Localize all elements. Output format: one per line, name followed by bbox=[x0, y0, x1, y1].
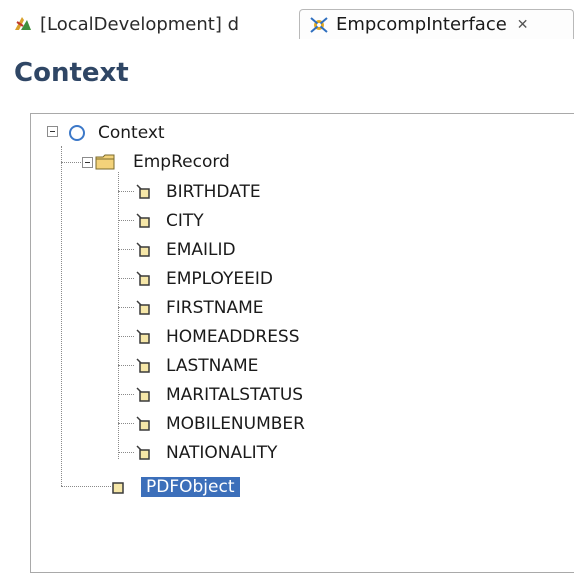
attribute-icon bbox=[136, 271, 152, 287]
tree-node-attribute[interactable]: EMAILID bbox=[136, 237, 236, 263]
tree-connector bbox=[61, 486, 111, 487]
tree-node-label: HOMEADDRESS bbox=[166, 327, 300, 347]
attribute-icon bbox=[136, 329, 152, 345]
attribute-icon bbox=[136, 416, 152, 432]
tree-connector bbox=[61, 146, 62, 486]
tree-connector bbox=[118, 365, 134, 366]
tab-label: [LocalDevelopment] d bbox=[40, 13, 240, 35]
tree-node-attribute[interactable]: FIRSTNAME bbox=[136, 295, 264, 321]
tree-node-label: MOBILENUMBER bbox=[166, 414, 305, 434]
tree-node-attribute[interactable]: EMPLOYEEID bbox=[136, 266, 273, 292]
attribute-icon bbox=[136, 184, 152, 200]
tree-node-label: FIRSTNAME bbox=[166, 298, 264, 318]
tree-connector bbox=[118, 452, 134, 453]
tree-node-context[interactable]: Context bbox=[68, 120, 165, 146]
collapse-context-toggle[interactable] bbox=[47, 126, 58, 137]
attribute-icon bbox=[111, 480, 125, 494]
tree-connector bbox=[118, 423, 134, 424]
tree-node-attribute[interactable]: MOBILENUMBER bbox=[136, 411, 305, 437]
close-icon[interactable]: ✕ bbox=[517, 17, 529, 33]
attribute-icon bbox=[136, 300, 152, 316]
page-title: Context bbox=[14, 58, 129, 88]
tab-label: EmpcompInterface bbox=[336, 14, 507, 35]
tree-node-label: LASTNAME bbox=[166, 356, 259, 376]
interface-icon bbox=[308, 14, 330, 36]
tab-empcomp-interface[interactable]: EmpcompInterface ✕ bbox=[299, 9, 574, 39]
tree-node-pdfobject[interactable]: PDFObject bbox=[111, 474, 240, 500]
tree-node-label: PDFObject bbox=[141, 477, 240, 497]
tree-node-label: CITY bbox=[166, 211, 204, 231]
collapse-emprecord-toggle[interactable] bbox=[82, 157, 93, 168]
tree-connector bbox=[118, 191, 134, 192]
tree-node-label: MARITALSTATUS bbox=[166, 385, 304, 405]
tree-connector bbox=[118, 172, 119, 459]
tree-node-label: EMPLOYEEID bbox=[166, 269, 273, 289]
tab-local-development[interactable]: [LocalDevelopment] d bbox=[6, 9, 291, 39]
attribute-icon bbox=[136, 213, 152, 229]
project-icon bbox=[12, 13, 34, 35]
tree-node-label: EmpRecord bbox=[133, 152, 230, 172]
tree-node-label: BIRTHDATE bbox=[166, 182, 261, 202]
tree-connector bbox=[118, 278, 134, 279]
tree-connector bbox=[118, 307, 134, 308]
context-tree: Context EmpRecord PDFObject BIRTHDATE CIT… bbox=[30, 113, 574, 573]
context-node-icon bbox=[68, 124, 86, 142]
tree-node-attribute[interactable]: BIRTHDATE bbox=[136, 179, 261, 205]
tree-connector bbox=[118, 249, 134, 250]
folder-icon bbox=[95, 153, 117, 171]
attribute-icon bbox=[136, 387, 152, 403]
tree-node-label: EMAILID bbox=[166, 240, 236, 260]
attribute-icon bbox=[136, 242, 152, 258]
tree-node-attribute[interactable]: MARITALSTATUS bbox=[136, 382, 303, 408]
tree-connector bbox=[118, 394, 134, 395]
tree-node-label: Context bbox=[98, 123, 165, 143]
tree-node-attribute[interactable]: HOMEADDRESS bbox=[136, 324, 300, 350]
attribute-icon bbox=[136, 445, 152, 461]
attribute-icon bbox=[136, 358, 152, 374]
tree-node-attribute[interactable]: LASTNAME bbox=[136, 353, 258, 379]
tree-connector bbox=[118, 220, 134, 221]
tree-connector bbox=[118, 336, 134, 337]
editor-tab-bar: [LocalDevelopment] d EmpcompInterface ✕ bbox=[0, 0, 574, 39]
tree-node-attribute[interactable]: CITY bbox=[136, 208, 204, 234]
tree-node-emprecord[interactable]: EmpRecord bbox=[95, 149, 230, 175]
tree-node-label: NATIONALITY bbox=[166, 443, 278, 463]
tree-node-attribute[interactable]: NATIONALITY bbox=[136, 440, 277, 466]
